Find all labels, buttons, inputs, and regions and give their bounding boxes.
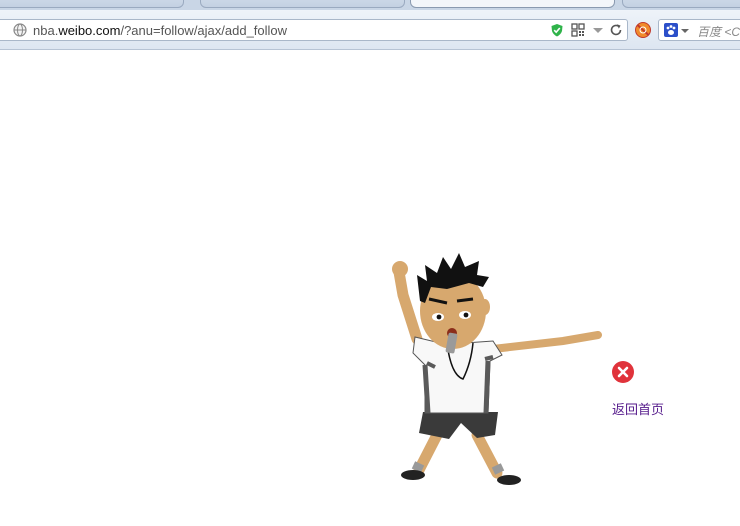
shield-icon[interactable] (550, 23, 564, 37)
qr-code-icon[interactable] (571, 23, 585, 37)
referee-illustration (392, 253, 602, 485)
extension-icon[interactable] (634, 21, 652, 39)
tab-1[interactable]: … (0, 0, 184, 8)
globe-icon[interactable] (13, 23, 27, 37)
address-bar[interactable]: nba.weibo.com/?anu=follow/ajax/add_follo… (0, 19, 628, 41)
tab-2[interactable]: … (200, 0, 405, 8)
error-x-icon (612, 361, 634, 383)
search-box[interactable]: 百度 <C (658, 19, 740, 41)
tab-3[interactable]: … (410, 0, 615, 8)
dropdown-icon[interactable] (681, 27, 689, 35)
dropdown-icon[interactable] (591, 23, 605, 37)
navigation-toolbar: nba.weibo.com/?anu=follow/ajax/add_follo… (0, 10, 740, 50)
tab-strip: … … … … (0, 0, 740, 10)
baidu-paw-icon[interactable] (664, 23, 678, 37)
reload-icon[interactable] (609, 23, 623, 37)
url-text[interactable]: nba.weibo.com/?anu=follow/ajax/add_follo… (33, 23, 287, 38)
back-to-home-link[interactable]: 返回首页 (612, 399, 664, 418)
tab-4[interactable]: … (622, 0, 740, 8)
